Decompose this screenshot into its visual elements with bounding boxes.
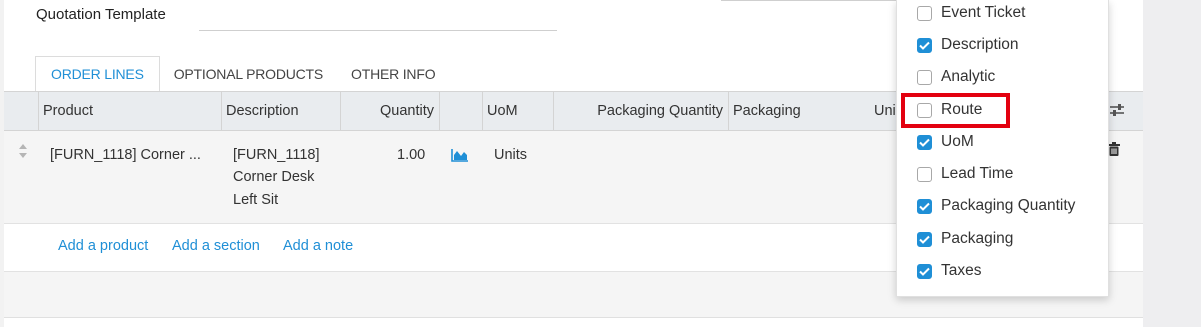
column-header-uom[interactable]: UoM bbox=[482, 92, 554, 130]
checkbox[interactable] bbox=[917, 231, 932, 247]
drag-handle-icon[interactable] bbox=[18, 144, 28, 158]
dropdown-item-taxes[interactable]: Taxes bbox=[897, 255, 1110, 287]
dropdown-item-label: Lead Time bbox=[941, 165, 1014, 182]
quotation-template-input[interactable] bbox=[199, 30, 557, 31]
row-quantity[interactable]: 1.00 bbox=[397, 144, 425, 166]
row-product[interactable]: [FURN_1118] Corner ... bbox=[50, 144, 201, 166]
checkmark-icon bbox=[919, 267, 930, 276]
dropdown-item-label: Packaging Quantity bbox=[941, 197, 1076, 214]
checkbox[interactable] bbox=[917, 69, 932, 85]
tab-optional-products[interactable]: OPTIONAL PRODUCTS bbox=[160, 56, 337, 92]
dropdown-item-packaging-quantity[interactable]: Packaging Quantity bbox=[897, 190, 1110, 222]
dropdown-item-label: UoM bbox=[941, 133, 974, 150]
tab-order-lines[interactable]: ORDER LINES bbox=[35, 56, 160, 92]
add-section-link[interactable]: Add a section bbox=[172, 238, 260, 254]
notebook-tabs: ORDER LINES OPTIONAL PRODUCTS OTHER INFO bbox=[35, 56, 449, 92]
column-header-packaging[interactable]: Packaging bbox=[728, 92, 868, 130]
dropdown-item-uom[interactable]: UoM bbox=[897, 126, 1110, 158]
dropdown-item-label: Taxes bbox=[941, 262, 982, 279]
quotation-template-label: Quotation Template bbox=[36, 6, 166, 23]
row-description-line2[interactable]: Corner Desk bbox=[233, 166, 314, 188]
row-description-line1[interactable]: [FURN_1118] bbox=[233, 144, 320, 166]
route-highlight-box bbox=[901, 93, 1010, 128]
row-uom[interactable]: Units bbox=[494, 144, 527, 166]
dropdown-item-analytic[interactable]: Analytic bbox=[897, 61, 1110, 93]
checkbox[interactable] bbox=[917, 166, 932, 182]
column-header-forecast bbox=[439, 92, 483, 130]
column-header-product[interactable]: Product bbox=[38, 92, 222, 130]
dropdown-item-label: Analytic bbox=[941, 68, 996, 85]
checkbox[interactable] bbox=[917, 198, 932, 214]
dropdown-item-event-ticket[interactable]: Event Ticket bbox=[897, 0, 1110, 29]
checkbox[interactable] bbox=[917, 5, 932, 21]
dropdown-item-label: Description bbox=[941, 36, 1019, 53]
field-underline bbox=[721, 0, 897, 1]
forecast-chart-icon[interactable] bbox=[451, 148, 469, 162]
checkbox[interactable] bbox=[917, 134, 932, 150]
optional-columns-dropdown: Event Ticket Description Analytic Route … bbox=[896, 0, 1109, 297]
column-header-description[interactable]: Description bbox=[221, 92, 341, 130]
optional-columns-icon[interactable] bbox=[1107, 101, 1127, 119]
dropdown-item-description[interactable]: Description bbox=[897, 29, 1110, 61]
checkmark-icon bbox=[919, 41, 930, 50]
checkmark-icon bbox=[919, 235, 930, 244]
row-description-line3[interactable]: Left Sit bbox=[233, 189, 278, 211]
dropdown-item-label: Packaging bbox=[941, 230, 1014, 247]
checkmark-icon bbox=[919, 202, 930, 211]
column-header-packaging-quantity[interactable]: Packaging Quantity bbox=[553, 92, 729, 130]
dropdown-item-packaging[interactable]: Packaging bbox=[897, 223, 1110, 255]
tab-other-info[interactable]: OTHER INFO bbox=[337, 56, 449, 92]
checkbox[interactable] bbox=[917, 263, 932, 279]
checkbox[interactable] bbox=[917, 37, 932, 53]
checkmark-icon bbox=[919, 138, 930, 147]
right-gutter bbox=[1143, 0, 1201, 327]
dropdown-item-label: Event Ticket bbox=[941, 4, 1026, 21]
add-product-link[interactable]: Add a product bbox=[58, 238, 148, 254]
add-note-link[interactable]: Add a note bbox=[283, 238, 353, 254]
dropdown-item-lead-time[interactable]: Lead Time bbox=[897, 158, 1110, 190]
column-header-quantity[interactable]: Quantity bbox=[340, 92, 440, 130]
